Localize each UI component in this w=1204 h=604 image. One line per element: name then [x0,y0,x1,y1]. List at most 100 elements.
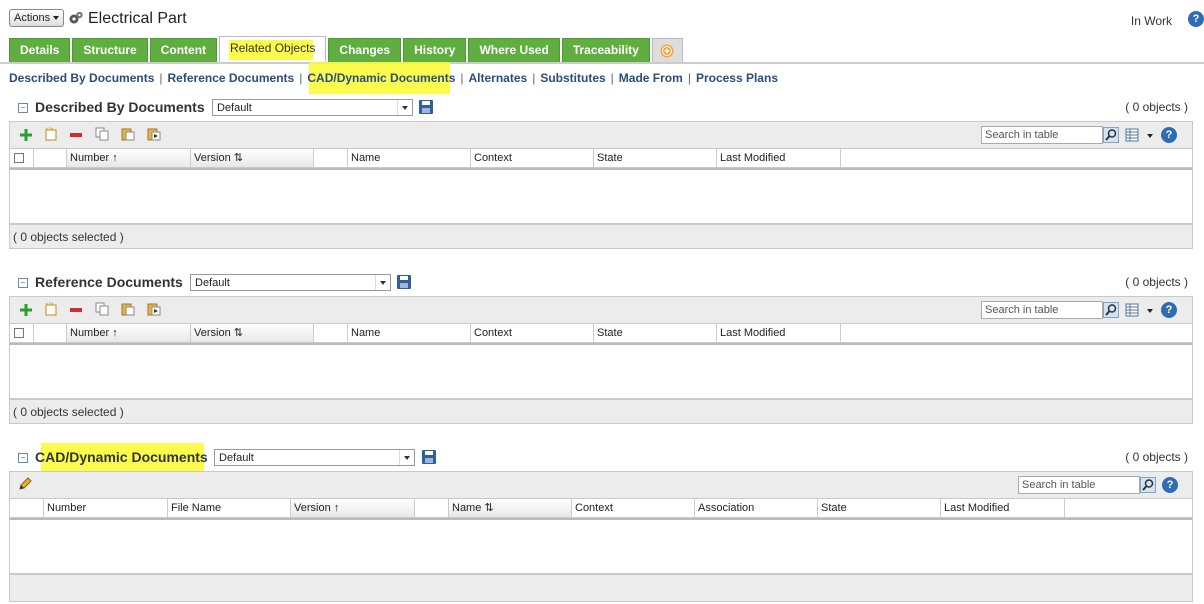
view-select-described-by[interactable]: Default [212,99,413,116]
column-association[interactable]: Association [694,499,817,517]
column-context[interactable]: Context [470,149,593,167]
search-icon[interactable] [1103,127,1119,143]
sort-multi-icon: ⇅ [233,152,243,164]
column-last-modified[interactable]: Last Modified [940,499,1064,517]
link-made-from[interactable]: Made From [614,71,688,85]
view-select-cad-dynamic[interactable]: Default [214,449,415,466]
column-spacer [313,324,347,342]
object-count: ( 0 objects ) [1125,275,1188,289]
column-last-modified[interactable]: Last Modified [716,149,840,167]
chevron-down-icon[interactable] [1147,134,1153,138]
copy-icon[interactable] [95,302,109,316]
search-input[interactable]: Search in table [981,301,1103,319]
tab-add[interactable] [651,38,683,62]
tab-divider [0,62,1204,64]
collapse-icon[interactable]: − [18,278,28,288]
table-toolbar: Search in table ? [9,121,1193,149]
column-number[interactable]: Number ↑ [66,324,190,342]
sort-asc-icon: ↑ [112,152,118,164]
column-version[interactable]: Version ⇅ [190,149,313,167]
column-spacer [840,324,1192,342]
view-select-reference[interactable]: Default [190,274,391,291]
column-state[interactable]: State [593,149,716,167]
paste-icon[interactable] [121,127,135,141]
column-name[interactable]: Name ⇅ [448,499,571,517]
table-body [9,168,1193,224]
link-cad-dynamic-documents[interactable]: CAD/Dynamic Documents [302,71,460,85]
tab-bar: Details Structure Content Related Object… [9,36,685,63]
remove-icon[interactable] [69,303,83,317]
column-label: Version [194,327,231,339]
copy-icon[interactable] [95,127,109,141]
collapse-icon[interactable]: − [18,103,28,113]
selection-footer: ( 0 objects selected ) [9,399,1193,424]
section-title-cad-dynamic: CAD/Dynamic Documents [35,449,208,465]
tab-changes[interactable]: Changes [328,38,402,62]
link-reference-documents[interactable]: Reference Documents [163,71,300,85]
link-described-by-documents[interactable]: Described By Documents [9,71,159,85]
save-view-icon[interactable] [419,100,433,114]
column-label: Version [294,502,331,514]
search-input[interactable]: Search in table [1018,476,1140,494]
column-name[interactable]: Name [347,324,470,342]
paste-icon[interactable] [121,302,135,316]
select-all-column [10,324,33,342]
select-all-checkbox[interactable] [14,328,24,338]
column-number[interactable]: Number ↑ [66,149,190,167]
column-state[interactable]: State [593,324,716,342]
table-toolbar: Search in table ? [9,296,1193,324]
related-objects-nav: Described By Documents | Reference Docume… [9,71,783,85]
actions-menu-button[interactable]: Actions [9,9,65,27]
column-last-modified[interactable]: Last Modified [716,324,840,342]
table-header: Number File Name Version ↑ Name ⇅ Contex… [9,499,1193,518]
collapse-icon[interactable]: − [18,453,28,463]
tab-content[interactable]: Content [149,38,218,62]
column-name[interactable]: Name [347,149,470,167]
tab-where-used[interactable]: Where Used [468,38,560,62]
column-context[interactable]: Context [571,499,694,517]
search-icon[interactable] [1140,477,1156,493]
link-process-plans[interactable]: Process Plans [691,71,783,85]
view-select-value: Default [217,102,252,114]
save-view-icon[interactable] [397,275,411,289]
help-icon[interactable]: ? [1161,127,1177,143]
select-all-checkbox[interactable] [14,153,24,163]
column-version[interactable]: Version ↑ [290,499,414,517]
column-version[interactable]: Version ⇅ [190,324,313,342]
tab-history[interactable]: History [403,38,467,62]
add-icon[interactable] [19,303,33,317]
add-icon[interactable] [19,128,33,142]
link-substitutes[interactable]: Substitutes [535,71,610,85]
remove-icon[interactable] [69,128,83,142]
paste-select-icon[interactable] [147,127,161,141]
column-config-icon[interactable] [1125,128,1139,142]
column-number[interactable]: Number [43,499,167,517]
save-view-icon[interactable] [422,450,436,464]
section-title-reference: Reference Documents [35,274,183,290]
tab-details[interactable]: Details [9,38,71,62]
help-icon[interactable]: ? [1188,11,1204,27]
edit-icon[interactable] [18,477,32,491]
new-icon[interactable] [44,302,58,316]
tab-traceability[interactable]: Traceability [561,38,650,62]
search-icon[interactable] [1103,302,1119,318]
tab-structure[interactable]: Structure [72,38,148,62]
help-icon[interactable]: ? [1161,302,1177,318]
column-label: Version [194,152,231,164]
column-file-name[interactable]: File Name [167,499,290,517]
help-icon[interactable]: ? [1162,477,1178,493]
search-input[interactable]: Search in table [981,126,1103,144]
gear-part-icon [69,11,83,24]
new-icon[interactable] [44,127,58,141]
column-context[interactable]: Context [470,324,593,342]
paste-select-icon[interactable] [147,302,161,316]
tab-related-objects[interactable]: Related Objects [219,36,327,63]
column-config-icon[interactable] [1125,303,1139,317]
link-alternates[interactable]: Alternates [464,71,533,85]
selection-footer: ( 0 objects selected ) [9,224,1193,249]
table-body [9,518,1193,574]
chevron-down-icon[interactable] [1147,309,1153,313]
chevron-down-icon [399,450,414,465]
column-state[interactable]: State [817,499,940,517]
table-header: Number ↑ Version ⇅ Name Context State La… [9,324,1193,343]
